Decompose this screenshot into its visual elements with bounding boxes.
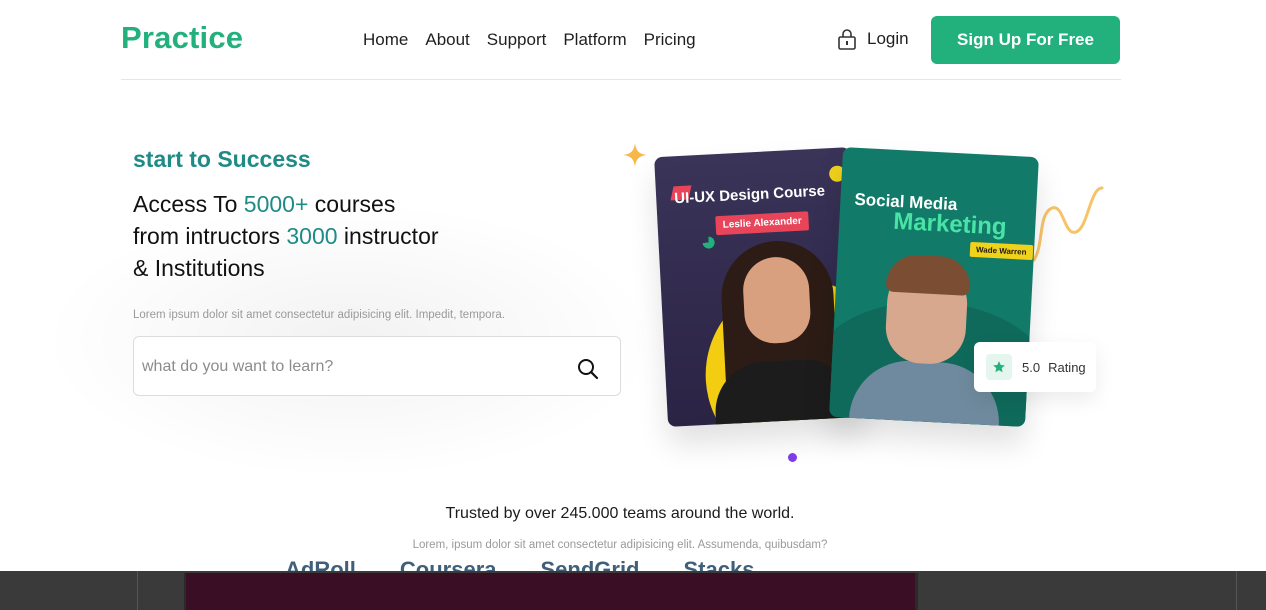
signup-button[interactable]: Sign Up For Free — [931, 16, 1120, 64]
course-title: UI-UX Design Course — [673, 182, 826, 208]
nav-item-platform[interactable]: Platform — [563, 30, 626, 50]
hero-headline: Access To 5000+ courses from intructors … — [133, 188, 613, 284]
nav-item-about[interactable]: About — [425, 30, 469, 50]
course-title-line2: Marketing — [892, 207, 1008, 241]
instructor-badge: Wade Warren — [969, 241, 1033, 261]
sparkle-icon — [623, 143, 647, 167]
headline-line2-prefix: from intructors — [133, 223, 287, 249]
search-input[interactable] — [142, 351, 562, 383]
squiggle-decoration — [1032, 186, 1104, 262]
headline-line1-suffix: courses — [308, 191, 396, 217]
headline-courses-count: 5000+ — [243, 191, 309, 217]
bottom-divider-right — [1236, 571, 1237, 610]
instructor-badge: Leslie Alexander — [715, 211, 810, 236]
login-link[interactable]: Login — [837, 28, 909, 50]
instructor-photo-hair — [885, 253, 972, 296]
nav-item-support[interactable]: Support — [487, 30, 547, 50]
rating-badge: 5.0 Rating — [974, 342, 1096, 392]
headline-instructors-count: 3000 — [286, 223, 338, 249]
star-icon — [993, 361, 1005, 373]
hero-description: Lorem ipsum dolor sit amet consectetur a… — [133, 309, 505, 321]
brand-logo[interactable]: Practice — [121, 20, 243, 56]
main-nav: Home About Support Platform Pricing — [363, 30, 696, 50]
carousel-dot-active[interactable] — [788, 453, 797, 462]
search-icon[interactable] — [576, 357, 600, 381]
rating-value: 5.0 — [1022, 359, 1041, 375]
pie-decoration — [702, 236, 715, 249]
instructor-photo-face — [741, 255, 812, 345]
trusted-description: Lorem, ipsum dolor sit amet consectetur … — [412, 539, 828, 551]
bottom-overlay-bar — [0, 571, 1266, 610]
hero-tagline: start to Success — [133, 146, 311, 172]
headline-line2-suffix: instructor — [337, 223, 439, 249]
star-icon-box — [986, 354, 1012, 380]
login-label: Login — [867, 29, 909, 48]
headline-line1-prefix: Access To — [133, 191, 244, 217]
search-box — [133, 336, 621, 396]
lock-icon — [838, 29, 856, 50]
rating-label: Rating — [1048, 359, 1086, 375]
headline-line3: & Institutions — [133, 255, 265, 281]
nav-item-pricing[interactable]: Pricing — [644, 30, 696, 50]
bottom-dark-panel — [184, 573, 918, 610]
bottom-divider-left — [137, 571, 138, 610]
trusted-headline: Trusted by over 245.000 teams around the… — [445, 505, 795, 522]
nav-item-home[interactable]: Home — [363, 30, 408, 50]
site-header: Practice Home About Support Platform Pri… — [121, 0, 1121, 80]
